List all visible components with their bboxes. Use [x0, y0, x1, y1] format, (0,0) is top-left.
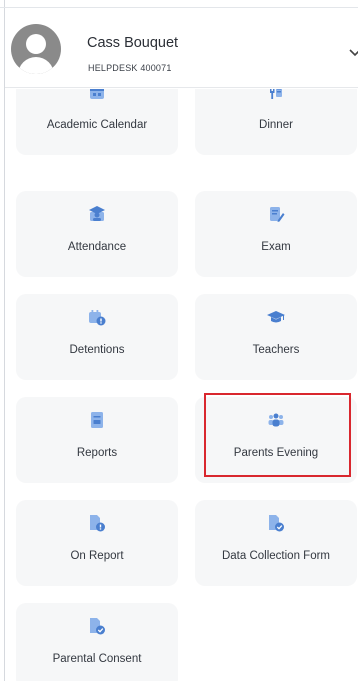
report-document-icon	[91, 412, 103, 428]
menu-tile-dinner[interactable]: Dinner	[195, 89, 357, 155]
menu-tile-label: Data Collection Form	[221, 550, 330, 562]
menu-tile-on-report[interactable]: On Report	[16, 500, 178, 586]
cutlery-icon	[270, 89, 282, 99]
menu-tile-label: On Report	[70, 550, 124, 562]
menu-tile-academic-calendar[interactable]: Academic Calendar	[16, 89, 178, 155]
app-frame: Cass Bouquet HELPDESK 400071 Academic Ca…	[0, 0, 358, 681]
user-name: Cass Bouquet	[87, 35, 179, 51]
attendance-icon	[89, 206, 105, 221]
graduation-cap-icon	[267, 311, 285, 323]
menu-tile-attendance[interactable]: Attendance	[16, 191, 178, 277]
chevron-down-icon[interactable]	[347, 46, 358, 60]
document-check-icon	[269, 515, 284, 532]
menu-tile-label: Exam	[261, 241, 291, 253]
user-subtitle: HELPDESK 400071	[88, 63, 172, 73]
menu-tile-data-collection-form[interactable]: Data Collection Form	[195, 500, 357, 586]
menu-tile-parents-evening[interactable]: Parents Evening	[195, 397, 357, 483]
menu-tile-teachers[interactable]: Teachers	[195, 294, 357, 380]
menu-tile-label: Dinner	[259, 119, 293, 131]
menu-tile-label: Parental Consent	[52, 653, 142, 665]
people-group-icon	[268, 413, 284, 427]
menu-tile-label: Teachers	[252, 344, 300, 356]
user-header[interactable]: Cass Bouquet HELPDESK 400071	[5, 8, 358, 88]
menu-tile-reports[interactable]: Reports	[16, 397, 178, 483]
menu-tile-exam[interactable]: Exam	[195, 191, 357, 277]
avatar-head	[26, 34, 46, 54]
user-avatar-icon[interactable]	[11, 24, 61, 74]
menu-tile-detentions[interactable]: Detentions	[16, 294, 178, 380]
menu-tile-label: Parents Evening	[233, 447, 319, 459]
menu-tile-label: Academic Calendar	[46, 119, 148, 131]
calendar-alert-icon	[89, 310, 106, 326]
document-alert-icon	[90, 515, 105, 532]
document-check-icon	[90, 618, 105, 635]
avatar-body	[18, 57, 54, 74]
exam-pencil-icon	[270, 207, 285, 222]
menu-grid: Academic Calendar Dinner Attendance Exam…	[5, 89, 358, 681]
menu-tile-parental-consent[interactable]: Parental Consent	[16, 603, 178, 681]
menu-tile-label: Reports	[76, 447, 118, 459]
menu-tile-label: Detentions	[69, 344, 125, 356]
menu-tile-label: Attendance	[67, 241, 127, 253]
calendar-icon	[90, 89, 104, 99]
